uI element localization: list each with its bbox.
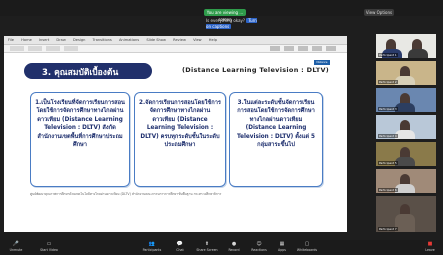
prompt-text: Is everything okay? [206,18,246,23]
whiteboards-label: Whiteboards [296,248,318,252]
leave-button[interactable]: ■ Leave [420,241,440,252]
participant-name: Participant 6 [378,188,398,192]
ribbon-button[interactable] [326,46,336,51]
apps-button[interactable]: ▦ Apps [274,241,290,252]
share-label: Share Screen [196,248,218,252]
ribbon-button[interactable] [284,46,294,51]
ribbon-button[interactable] [28,46,42,51]
share-screen-button[interactable]: ⬆ Share Screen [192,241,222,252]
participants-button[interactable]: 👥 Participants [138,241,166,252]
unmute-label: Unmute [9,248,23,252]
participant-name: Participant 4 [378,134,398,138]
chat-label: Chat [176,248,184,252]
reactions-label: Reactions [251,248,267,252]
menu-help[interactable]: Help [209,38,217,42]
start-video-button[interactable]: ▭ Start Video [34,241,64,252]
record-icon: ● [231,241,237,247]
participant-name: Participant 5 [378,161,398,165]
menu-review[interactable]: Review [173,38,186,42]
menu-file[interactable]: File [8,38,14,42]
prompt-banner: Is everything okay? Turn on captions [206,18,262,29]
participant-name: Participant 1 [378,53,398,57]
share-icon: ⬆ [204,241,210,247]
menu-home[interactable]: Home [21,38,32,42]
top-bar: You are viewing ... screen View Options [0,0,443,22]
ribbon-button[interactable] [46,46,60,51]
participants-icon: 👥 [148,241,156,247]
participant-tile[interactable]: Participant 7 [376,196,436,232]
menu-slideshow[interactable]: Slide Show [146,38,166,42]
shared-screen: File Home Insert Draw Design Transitions… [4,36,347,232]
participants-label: Participants [142,248,162,252]
video-icon: ▭ [46,241,52,247]
record-label: Record [228,248,240,252]
view-options-button[interactable]: View Options [364,9,394,16]
card-1: 1.เป็นโรงเรียนที่จัดการเรียนการสอนโดยใช้… [30,92,130,187]
slide-footnote: ศูนย์พัฒนาคุณภาพการศึกษาด้วยเทคโนโลยีทาง… [30,192,222,196]
start-video-label: Start Video [40,248,58,252]
card-1-text: 1.เป็นโรงเรียนที่จัดการเรียนการสอนโดยใช้… [35,100,125,149]
menu-animations[interactable]: Animations [119,38,139,42]
participant-tile[interactable]: Participant 2 [376,61,436,85]
ribbon-button[interactable] [64,46,78,51]
participant-tile[interactable]: Participant 6 [376,169,436,193]
card-3-text: 3.ในแต่ละระดับชั้นจัดการเรียนการสอนโดยใช… [237,100,315,149]
reactions-button[interactable]: ☺ Reactions [246,241,272,252]
record-button[interactable]: ● Record [224,241,244,252]
slide-badge: Distance Learning [314,60,330,69]
card-2: 2.จัดการเรียนการสอนโดยใช้การจัดการศึกษาท… [134,92,226,187]
ribbon-button[interactable] [298,46,308,51]
participant-tile[interactable]: Participant 1 [376,34,436,58]
mic-icon: 🎤 [12,241,20,247]
menu-design[interactable]: Design [73,38,85,42]
menu-draw[interactable]: Draw [56,38,65,42]
ribbon-button[interactable] [312,46,322,51]
end-icon: ■ [427,241,433,247]
participant-name: Participant 3 [378,107,398,111]
menu-transitions[interactable]: Transitions [93,38,112,42]
participant-tile[interactable]: Participant 5 [376,142,436,166]
meeting-toolbar: 🎤 Unmute ▭ Start Video 👥 Participants 💬 … [0,240,443,255]
participant-tile[interactable]: Participant 4 [376,115,436,139]
menu-view[interactable]: View [193,38,202,42]
participant-tile[interactable]: Participant 3 [376,88,436,112]
card-3: 3.ในแต่ละระดับชั้นจัดการเรียนการสอนโดยใช… [229,92,323,187]
apps-label: Apps [278,248,286,252]
whiteboards-button[interactable]: ▢ Whiteboards [292,241,322,252]
chat-icon: 💬 [176,241,184,247]
chat-button[interactable]: 💬 Chat [171,241,189,252]
app-ribbon [4,45,347,53]
participant-name: Participant 2 [378,80,398,84]
apps-icon: ▦ [279,241,285,247]
whiteboards-icon: ▢ [304,241,310,247]
ribbon-button[interactable] [10,46,24,51]
slide-subtitle: (Distance Learning Television : DLTV) [182,66,330,74]
screen-share-indicator[interactable]: You are viewing ... screen [204,9,246,22]
slide: 3. คุณสมบัติเบื้องต้น (Distance Learning… [18,60,330,210]
card-2-text: 2.จัดการเรียนการสอนโดยใช้การจัดการศึกษาท… [139,100,221,149]
app-menu-bar: File Home Insert Draw Design Transitions… [4,36,347,45]
menu-insert[interactable]: Insert [39,38,49,42]
ribbon-button[interactable] [270,46,280,51]
leave-label: Leave [425,248,435,252]
unmute-button[interactable]: 🎤 Unmute [5,241,27,252]
reactions-icon: ☺ [256,241,262,247]
slide-title: 3. คุณสมบัติเบื้องต้น [42,68,119,78]
participant-name: Participant 7 [378,227,398,231]
